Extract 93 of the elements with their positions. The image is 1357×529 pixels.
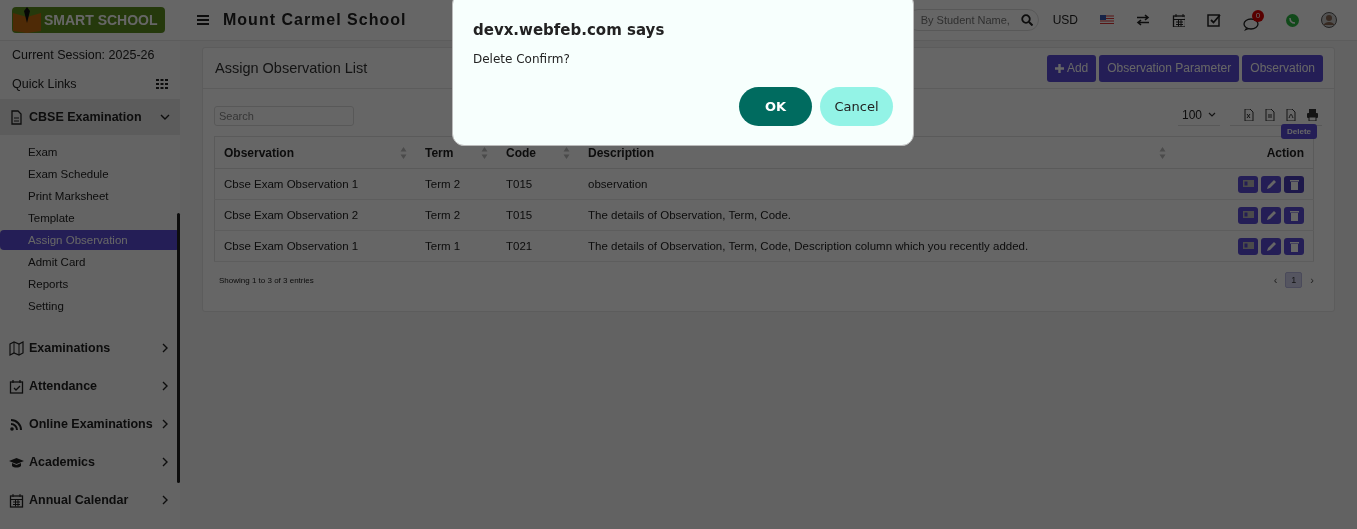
chevron-right-icon <box>160 457 170 467</box>
delete-button[interactable] <box>1284 237 1304 255</box>
page-size-select[interactable]: 100 <box>1177 105 1220 126</box>
delete-button[interactable] <box>1284 175 1304 193</box>
table-cell: T015 <box>506 178 533 190</box>
chevron-down-icon <box>1208 112 1216 118</box>
school-name: Mount Carmel School <box>223 11 407 29</box>
chevron-down-icon <box>160 112 170 122</box>
flag-icon[interactable] <box>1100 15 1114 25</box>
dialog-message: Delete Confirm? <box>473 52 571 66</box>
sidebar-item[interactable]: Exam Schedule <box>0 164 180 184</box>
edit-button[interactable] <box>1261 206 1281 224</box>
sort-icon <box>1159 146 1166 159</box>
column-header[interactable]: Code <box>506 145 536 160</box>
column-header[interactable]: Action <box>1266 145 1304 160</box>
trash-icon <box>1288 240 1300 252</box>
whatsapp-icon[interactable] <box>1286 13 1299 27</box>
calendar-check-icon <box>9 378 24 394</box>
sidebar-item[interactable]: Print Marksheet <box>0 186 180 206</box>
tooltip: Delete <box>1281 124 1317 139</box>
excel-file-icon[interactable] <box>1244 109 1255 121</box>
next-page-link[interactable]: › <box>1310 274 1314 286</box>
column-header[interactable]: Observation <box>224 145 295 160</box>
table-cell: observation <box>588 178 648 190</box>
card-title: Assign Observation List <box>215 60 368 76</box>
chevron-right-icon <box>160 495 170 505</box>
sidebar-group[interactable]: CBSE Examination <box>0 99 180 135</box>
previous-page-link[interactable]: ‹ <box>1273 274 1278 286</box>
scrollbar[interactable] <box>177 213 180 483</box>
column-header[interactable]: Term <box>425 145 454 160</box>
search-icon[interactable] <box>1020 14 1033 26</box>
table-cell: The details of Observation, Term, Code, Description column which you recently added. <box>588 240 1029 252</box>
calendar-icon <box>9 492 24 508</box>
cancel-button[interactable]: Cancel <box>820 87 893 126</box>
table-cell: The details of Observation, Term, Code. <box>588 209 792 221</box>
table-cell: Cbse Exam Observation 1 <box>224 240 359 252</box>
id-card-icon <box>1242 178 1254 190</box>
chevron-right-icon <box>160 419 170 429</box>
entries-info: Showing 1 to 3 of 3 entries <box>219 275 314 285</box>
column-header[interactable]: Description <box>588 145 654 160</box>
chat-bubble-icon <box>1243 16 1259 31</box>
calendar-icon[interactable] <box>1172 13 1185 27</box>
edit-button[interactable] <box>1261 237 1281 255</box>
table-cell: Term 1 <box>425 240 461 252</box>
pencil-icon <box>1265 178 1277 190</box>
book-pen-icon <box>12 7 42 33</box>
chevron-right-icon <box>160 381 170 391</box>
swap-arrows-icon[interactable] <box>1136 14 1150 26</box>
ok-button[interactable]: OK <box>739 87 812 126</box>
table-cell: Term 2 <box>425 209 461 221</box>
chevron-right-icon <box>160 343 170 353</box>
menu-icon[interactable] <box>197 15 209 25</box>
card-button[interactable] <box>1238 175 1258 193</box>
table-cell: Term 2 <box>425 178 461 190</box>
sidebar-item[interactable]: Assign Observation <box>0 230 180 250</box>
sidebar-group[interactable]: Annual Calendar <box>0 482 180 518</box>
header-button[interactable]: Observation Parameter <box>1099 54 1240 82</box>
sort-icon <box>400 146 407 159</box>
avatar-icon[interactable] <box>1321 12 1337 28</box>
notification-badge: 0 <box>1252 9 1264 22</box>
quick-links-link[interactable]: Quick Links <box>12 77 77 91</box>
table-cell: Cbse Exam Observation 1 <box>224 178 359 190</box>
print-icon[interactable] <box>1307 109 1318 121</box>
card-button[interactable] <box>1238 206 1258 224</box>
dialog-title: devx.webfeb.com says <box>473 21 666 39</box>
currency-label[interactable]: USD <box>1052 13 1078 27</box>
pencil-icon <box>1265 240 1277 252</box>
document-icon <box>9 109 24 125</box>
rss-icon <box>9 416 24 432</box>
header-button[interactable]: Observation <box>1242 54 1323 82</box>
logo-text: SMART SCHOOL <box>44 12 158 28</box>
checkbox-icon[interactable] <box>1207 13 1221 27</box>
trash-icon <box>1288 178 1300 190</box>
grid-icon[interactable] <box>156 79 168 89</box>
add-button[interactable]: Add <box>1046 54 1097 82</box>
page-link[interactable]: 1 <box>1285 272 1303 288</box>
delete-button[interactable] <box>1284 206 1304 224</box>
pencil-icon <box>1265 209 1277 221</box>
trash-icon <box>1288 209 1300 221</box>
session-label: Current Session: 2025-26 <box>11 47 156 64</box>
table-cell: Cbse Exam Observation 2 <box>224 209 359 221</box>
sidebar-item[interactable]: Exam <box>0 142 180 162</box>
card-button[interactable] <box>1238 237 1258 255</box>
plus-icon <box>1054 63 1064 73</box>
pdf-file-icon[interactable] <box>1286 109 1297 121</box>
id-card-icon <box>1242 240 1254 252</box>
table-cell: T021 <box>506 240 533 252</box>
edit-button[interactable] <box>1261 175 1281 193</box>
document-icon[interactable] <box>1265 109 1276 121</box>
chat-button[interactable]: 0 <box>1243 9 1264 31</box>
map-icon <box>9 340 24 356</box>
table-cell: T015 <box>506 209 533 221</box>
id-card-icon <box>1242 209 1254 221</box>
